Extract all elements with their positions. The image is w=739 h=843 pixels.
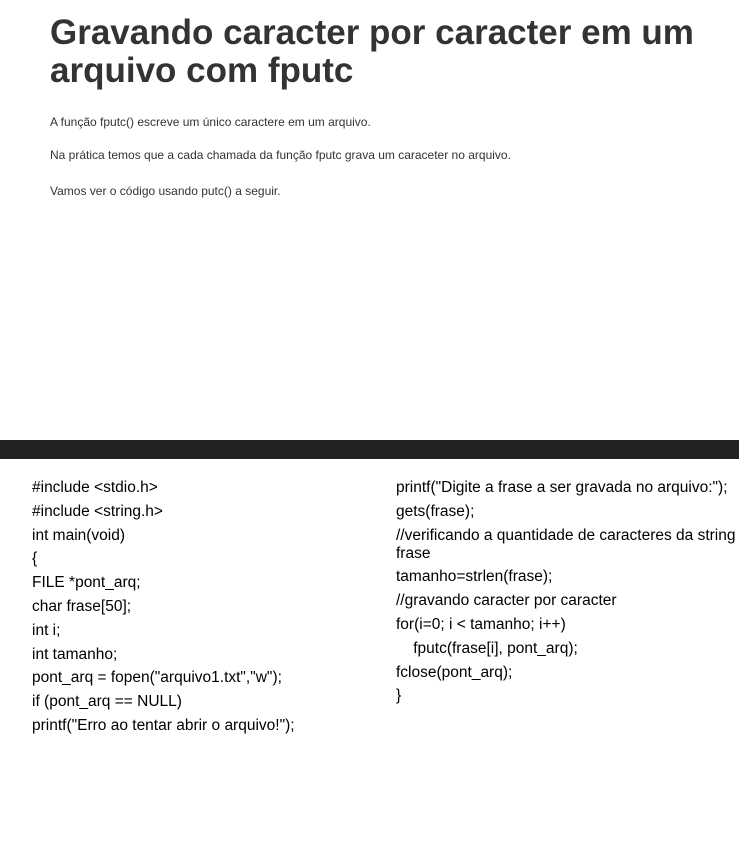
code-line: printf("Erro ao tentar abrir o arquivo!"… [32, 716, 295, 734]
code-line: printf("Digite a frase a ser gravada no … [396, 479, 728, 496]
code-line: #include <stdio.h> [32, 479, 158, 496]
page-title: Gravando caracter por caracter em um arq… [50, 13, 694, 90]
code-line: } [396, 687, 402, 705]
code-line: FILE *pont_arq; [32, 574, 141, 592]
paragraph-code-intro: Vamos ver o código usando putc() a segui… [50, 184, 281, 198]
code-line: #include <string.h> [32, 502, 163, 520]
code-column-right: printf("Digite a frase a ser gravada no … [396, 479, 736, 711]
code-listing: #include <stdio.h> #include <string.h> i… [0, 459, 739, 843]
code-line: int main(void) [32, 526, 126, 544]
code-line: fclose(pont_arq); [396, 663, 513, 681]
paragraph-fputc-practice: Na prática temos que a cada chamada da f… [50, 148, 511, 162]
slide-content: Gravando caracter por caracter em um arq… [0, 0, 739, 440]
section-divider [0, 440, 739, 459]
code-line: int tamanho; [32, 645, 118, 663]
code-line: int i; [32, 621, 61, 639]
paragraph-fputc-description: A função fputc() escreve um único caract… [50, 115, 371, 129]
code-line: { [32, 550, 38, 568]
code-column-left: #include <stdio.h> #include <string.h> i… [32, 479, 382, 741]
code-line: gets(frase); [396, 502, 475, 520]
code-line: //verificando a quantidade de caracteres… [396, 526, 736, 562]
code-line: for(i=0; i < tamanho; i++) [396, 615, 566, 633]
code-line: pont_arq = fopen("arquivo1.txt","w"); [32, 669, 282, 687]
code-line: //gravando caracter por caracter [396, 592, 617, 610]
code-line: fputc(frase[i], pont_arq); [396, 639, 578, 657]
code-line: tamanho=strlen(frase); [396, 568, 553, 586]
code-line: if (pont_arq == NULL) [32, 693, 182, 711]
code-line: char frase[50]; [32, 597, 132, 615]
